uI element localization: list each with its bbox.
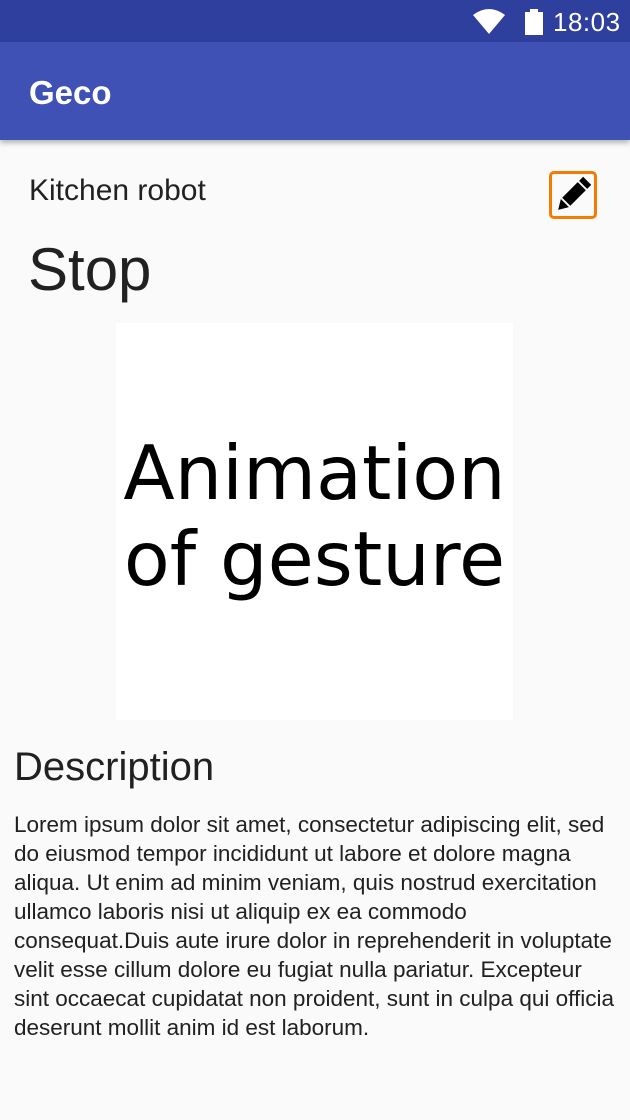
animation-placeholder-text: Animation of gesture — [123, 428, 506, 603]
pencil-icon — [558, 176, 592, 210]
app-title: Geco — [29, 74, 112, 111]
gesture-name: Stop — [28, 236, 152, 303]
status-bar: 18:03 — [0, 0, 630, 42]
app-bar: Geco — [0, 42, 630, 140]
description-heading: Description — [14, 745, 215, 789]
wifi-icon — [473, 9, 505, 34]
description-text: Lorem ipsum dolor sit amet, consectetur … — [14, 812, 614, 1040]
status-time: 18:03 — [553, 7, 621, 37]
gesture-animation: Animation of gesture — [116, 323, 513, 720]
battery-icon — [525, 9, 543, 35]
robot-name: Kitchen robot — [29, 174, 206, 207]
edit-button[interactable] — [549, 171, 597, 219]
